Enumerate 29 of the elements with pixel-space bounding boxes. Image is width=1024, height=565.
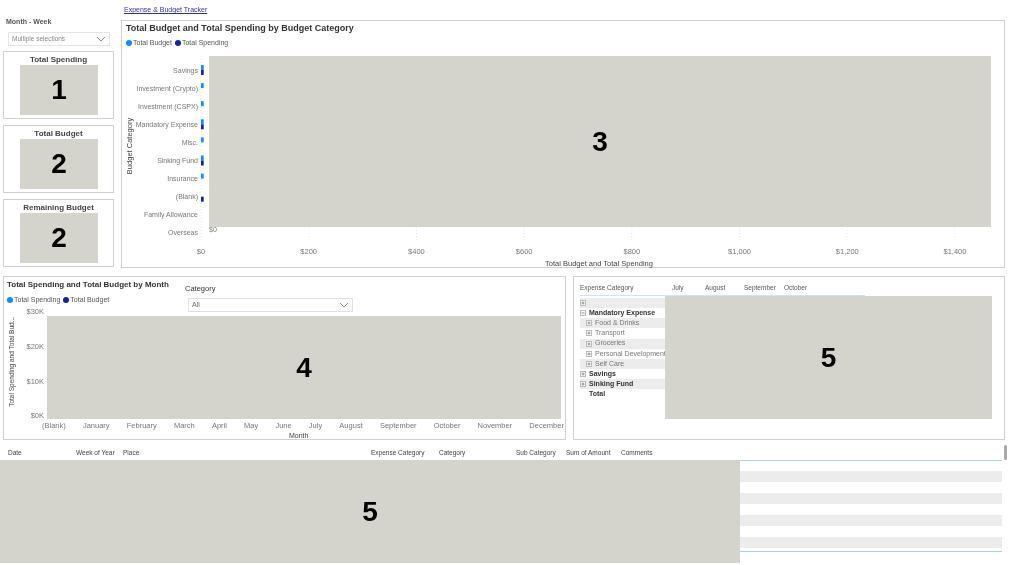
- bar: [201, 101, 204, 107]
- bar: [201, 196, 204, 202]
- bar: [201, 173, 204, 179]
- expand-icon[interactable]: [580, 371, 586, 378]
- redaction-block: 4: [47, 316, 561, 419]
- redaction-block: 3: [209, 56, 991, 227]
- bar: [201, 83, 204, 89]
- expand-icon[interactable]: [580, 299, 586, 306]
- expand-icon[interactable]: [586, 330, 592, 337]
- card-title: Total Spending: [29, 53, 88, 66]
- chevron-down-icon: [339, 302, 349, 308]
- redaction-block: 1: [20, 64, 98, 115]
- expand-icon[interactable]: [586, 350, 592, 357]
- chart-title: Total Budget and Total Spending by Budget Category: [126, 22, 354, 35]
- card-title: Remaining Budget: [23, 201, 94, 214]
- chart-title: Total Spending and Total Budget by Month: [7, 279, 169, 291]
- card-title: Total Budget: [34, 127, 83, 140]
- expand-icon[interactable]: [586, 340, 592, 347]
- redaction-block: 2: [20, 138, 98, 189]
- collapse-icon[interactable]: [580, 310, 586, 317]
- bar: [201, 137, 204, 143]
- redaction-block: 5: [0, 460, 740, 563]
- expand-icon[interactable]: [586, 360, 592, 367]
- expand-icon[interactable]: [586, 320, 592, 327]
- redaction-block: 5: [665, 296, 992, 419]
- scrollbar[interactable]: [1004, 445, 1007, 460]
- redaction-block: 2: [20, 212, 98, 263]
- expand-icon[interactable]: [580, 381, 586, 388]
- chevron-down-icon: [96, 35, 106, 42]
